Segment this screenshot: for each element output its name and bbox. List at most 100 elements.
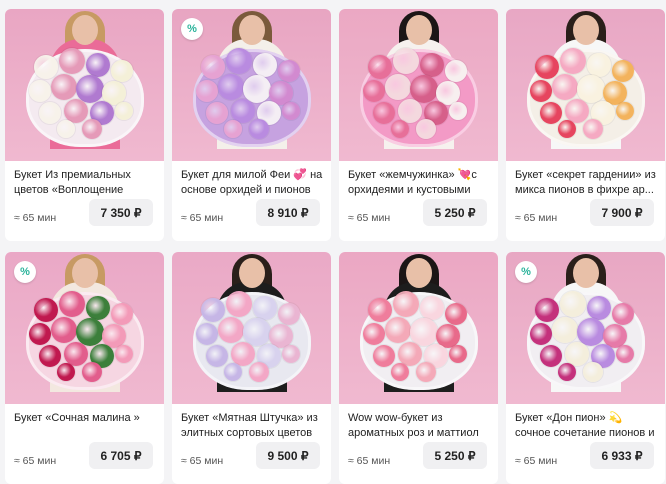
flower [391, 363, 409, 381]
product-photo[interactable]: % [5, 252, 164, 404]
flower [196, 80, 218, 102]
price-button[interactable]: 6 933 ₽ [590, 442, 654, 469]
flower [201, 55, 225, 79]
flower [282, 102, 300, 120]
flower [249, 119, 269, 139]
flower [420, 53, 444, 77]
flower [368, 55, 392, 79]
flower [530, 323, 552, 345]
delivery-time: ≈ 65 мин [14, 455, 57, 467]
flower [59, 48, 85, 74]
delivery-time: ≈ 65 мин [348, 212, 391, 224]
flower [206, 345, 228, 367]
flower [57, 363, 75, 381]
flower [201, 298, 225, 322]
product-photo[interactable] [172, 252, 331, 404]
product-card[interactable]: % Букет «Дон пион» 💫 сочное сочетание пи… [506, 252, 665, 484]
flower [583, 119, 603, 139]
flower [445, 303, 467, 325]
delivery-time: ≈ 65 мин [515, 212, 558, 224]
price-button[interactable]: 7 900 ₽ [590, 199, 654, 226]
flower [612, 60, 634, 82]
product-title[interactable]: Букет для милой Феи 💞 на основе орхидей … [181, 168, 323, 198]
flower [278, 303, 300, 325]
flower [51, 74, 77, 100]
flower [29, 323, 51, 345]
flower [449, 345, 467, 363]
delivery-time: ≈ 65 мин [348, 455, 391, 467]
flower [57, 120, 75, 138]
flower [393, 291, 419, 317]
product-title[interactable]: Wow wow-букет из ароматных роз и маттиол [348, 411, 490, 441]
product-card[interactable]: Букет «секрет гардении» из микса пионов … [506, 9, 665, 241]
price-button[interactable]: 6 705 ₽ [89, 442, 153, 469]
flower [445, 60, 467, 82]
flower [552, 317, 578, 343]
flower [420, 296, 444, 320]
price-button[interactable]: 9 500 ₽ [256, 442, 320, 469]
product-card[interactable]: Wow wow-букет из ароматных роз и маттиол… [339, 252, 498, 484]
product-photo[interactable] [5, 9, 164, 161]
flower [535, 298, 559, 322]
flower [86, 296, 110, 320]
flower [59, 291, 85, 317]
product-photo[interactable]: % [172, 9, 331, 161]
flower [82, 362, 102, 382]
flower [540, 102, 562, 124]
product-title[interactable]: Букет «секрет гардении» из микса пионов … [515, 168, 657, 198]
product-title[interactable]: Букет Из премиальных цветов «Воплощение [14, 168, 156, 198]
product-photo[interactable] [506, 9, 665, 161]
flower [416, 119, 436, 139]
flower [558, 120, 576, 138]
product-card[interactable]: Букет Из премиальных цветов «Воплощение … [5, 9, 164, 241]
flower [226, 48, 252, 74]
flower [612, 303, 634, 325]
flower [587, 53, 611, 77]
flower [278, 60, 300, 82]
price-button[interactable]: 7 350 ₽ [89, 199, 153, 226]
flower [363, 323, 385, 345]
flower [39, 102, 61, 124]
discount-badge-icon: % [14, 261, 36, 283]
flower [391, 120, 409, 138]
price-button[interactable]: 8 910 ₽ [256, 199, 320, 226]
flower [560, 48, 586, 74]
flower [368, 298, 392, 322]
product-card[interactable]: Букет «жемчужинка» 💘с орхидеями и кустов… [339, 9, 498, 241]
flower [253, 53, 277, 77]
flower [111, 303, 133, 325]
flower [115, 102, 133, 120]
delivery-time: ≈ 65 мин [14, 212, 57, 224]
flower [552, 74, 578, 100]
flower [206, 102, 228, 124]
flower [115, 345, 133, 363]
flower [558, 363, 576, 381]
product-card[interactable]: Букет «Мятная Штучка» из элитных сортовы… [172, 252, 331, 484]
flower [34, 55, 58, 79]
flower [587, 296, 611, 320]
product-photo[interactable] [339, 252, 498, 404]
flower [39, 345, 61, 367]
flower [29, 80, 51, 102]
flower [560, 291, 586, 317]
product-card[interactable]: % Букет для милой Феи 💞 на основе орхиде… [172, 9, 331, 241]
product-photo[interactable]: % [506, 252, 665, 404]
flower [373, 102, 395, 124]
product-card[interactable]: % Букет «Сочная малина » ≈ 65 мин 6 705 … [5, 252, 164, 484]
price-button[interactable]: 5 250 ₽ [423, 199, 487, 226]
product-title[interactable]: Букет «Мятная Штучка» из элитных сортовы… [181, 411, 323, 441]
flower [393, 48, 419, 74]
flower [535, 55, 559, 79]
product-photo[interactable] [339, 9, 498, 161]
product-title[interactable]: Букет «Дон пион» 💫 сочное сочетание пион… [515, 411, 657, 441]
product-title[interactable]: Букет «Сочная малина » [14, 411, 156, 441]
delivery-time: ≈ 65 мин [181, 455, 224, 467]
flower [583, 362, 603, 382]
price-button[interactable]: 5 250 ₽ [423, 442, 487, 469]
flower [196, 323, 218, 345]
delivery-time: ≈ 65 мин [515, 455, 558, 467]
discount-badge-icon: % [515, 261, 537, 283]
flower [385, 74, 411, 100]
discount-badge-icon: % [181, 18, 203, 40]
product-title[interactable]: Букет «жемчужинка» 💘с орхидеями и кустов… [348, 168, 490, 198]
